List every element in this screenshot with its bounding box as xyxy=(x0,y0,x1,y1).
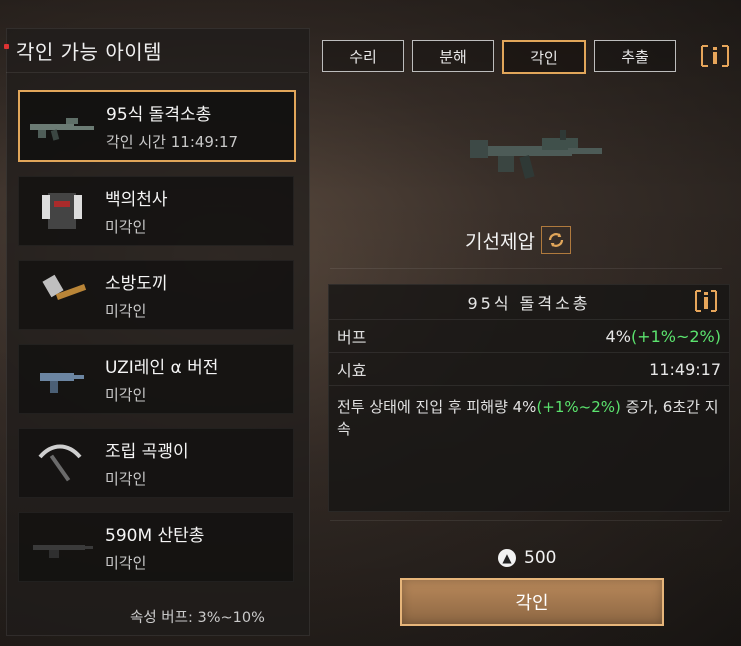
item-name: 소방도끼 xyxy=(105,274,168,294)
vest-thumb xyxy=(19,177,105,245)
buff-value: 4%(+1%~2%) xyxy=(417,327,721,346)
smg-icon xyxy=(40,373,84,393)
attribute-buff-text: 속성 버프: 3%~10% xyxy=(130,610,265,626)
item-rifle-95[interactable]: 95식 돌격소총 각인 시간 11:49:17 xyxy=(18,90,296,162)
duration-label: 시효 xyxy=(337,361,367,380)
divider xyxy=(6,72,308,73)
axe-thumb xyxy=(19,261,105,329)
buff-row: 버프 4%(+1%~2%) xyxy=(329,320,729,353)
divider-bottom xyxy=(330,520,722,521)
buff-label: 버프 xyxy=(337,328,367,347)
item-fire-axe[interactable]: 소방도끼 미각인 xyxy=(18,260,294,330)
info-button[interactable] xyxy=(698,44,732,68)
currency-icon: ▲ xyxy=(498,549,516,567)
uzi-thumb xyxy=(19,345,105,413)
rifle-image xyxy=(470,130,602,179)
duration-value: 11:49:17 xyxy=(649,359,721,379)
panel-title-text: 각인 가능 아이템 xyxy=(16,40,163,64)
tab-extract[interactable]: 추출 xyxy=(594,40,676,72)
tab-bar: 수리 분해 각인 추출 xyxy=(322,40,676,74)
item-name: 95식 돌격소총 xyxy=(106,105,212,125)
item-status: 미각인 xyxy=(105,554,147,572)
item-pickaxe[interactable]: 조립 곡괭이 미각인 xyxy=(18,428,294,498)
effect-description: 전투 상태에 진입 후 피해량 4%(+1%~2%) 증가, 6초간 지속 xyxy=(329,386,729,450)
desc-prefix: 전투 상태에 진입 후 피해량 4% xyxy=(337,398,537,416)
item-name: 590M 산탄총 xyxy=(105,526,205,546)
item-angel-vest[interactable]: 백의천사 미각인 xyxy=(18,176,294,246)
rifle-icon xyxy=(30,118,94,141)
item-status: 미각인 xyxy=(105,302,147,320)
engrave-name: 기선제압 xyxy=(465,226,571,254)
stats-header: 95식 돌격소총 xyxy=(329,285,729,320)
item-name: 백의천사 xyxy=(105,190,168,210)
panel-title: 각인 가능 아이템 xyxy=(4,36,163,65)
info-icon xyxy=(695,290,717,312)
item-uzi[interactable]: UZI레인 α 버전 미각인 xyxy=(18,344,294,414)
buff-range: (+1%~2%) xyxy=(630,326,721,346)
tab-engrave[interactable]: 각인 xyxy=(502,40,586,74)
divider-top xyxy=(330,268,722,269)
engrave-button[interactable]: 각인 xyxy=(400,578,664,626)
tab-repair[interactable]: 수리 xyxy=(322,40,404,72)
title-marker xyxy=(4,44,9,49)
stats-info-button[interactable] xyxy=(693,289,719,313)
duration-row: 시효 11:49:17 xyxy=(329,353,729,386)
shotgun-thumb xyxy=(19,513,105,581)
desc-range: (+1%~2%) xyxy=(536,398,621,416)
axe-icon xyxy=(42,274,87,300)
item-status: 각인 시간 11:49:17 xyxy=(106,133,239,151)
engrave-title: 기선제압 xyxy=(465,230,535,253)
pickaxe-thumb xyxy=(19,429,105,497)
cost-amount: 500 xyxy=(524,548,557,568)
tab-disassemble[interactable]: 분해 xyxy=(412,40,494,72)
rifle-thumb xyxy=(20,92,106,160)
stats-title: 95식 돌격소총 xyxy=(467,294,591,313)
item-status: 미각인 xyxy=(105,218,147,236)
refresh-icon xyxy=(548,233,564,247)
vest-icon xyxy=(42,193,82,229)
stats-panel: 95식 돌격소총 버프 4%(+1%~2%) 시효 11:49:17 전투 상태… xyxy=(328,284,730,512)
item-name: 조립 곡괭이 xyxy=(105,442,189,462)
shotgun-icon xyxy=(33,545,93,558)
refresh-button[interactable] xyxy=(540,226,571,254)
buff-percent: 4% xyxy=(605,326,631,346)
info-icon xyxy=(701,45,729,67)
item-status: 미각인 xyxy=(105,470,147,488)
item-name: UZI레인 α 버전 xyxy=(105,358,219,378)
item-shotgun-590m[interactable]: 590M 산탄총 미각인 xyxy=(18,512,294,582)
engrave-cost: ▲ 500 xyxy=(498,548,556,568)
pickaxe-icon xyxy=(38,444,82,482)
item-status: 미각인 xyxy=(105,386,147,404)
